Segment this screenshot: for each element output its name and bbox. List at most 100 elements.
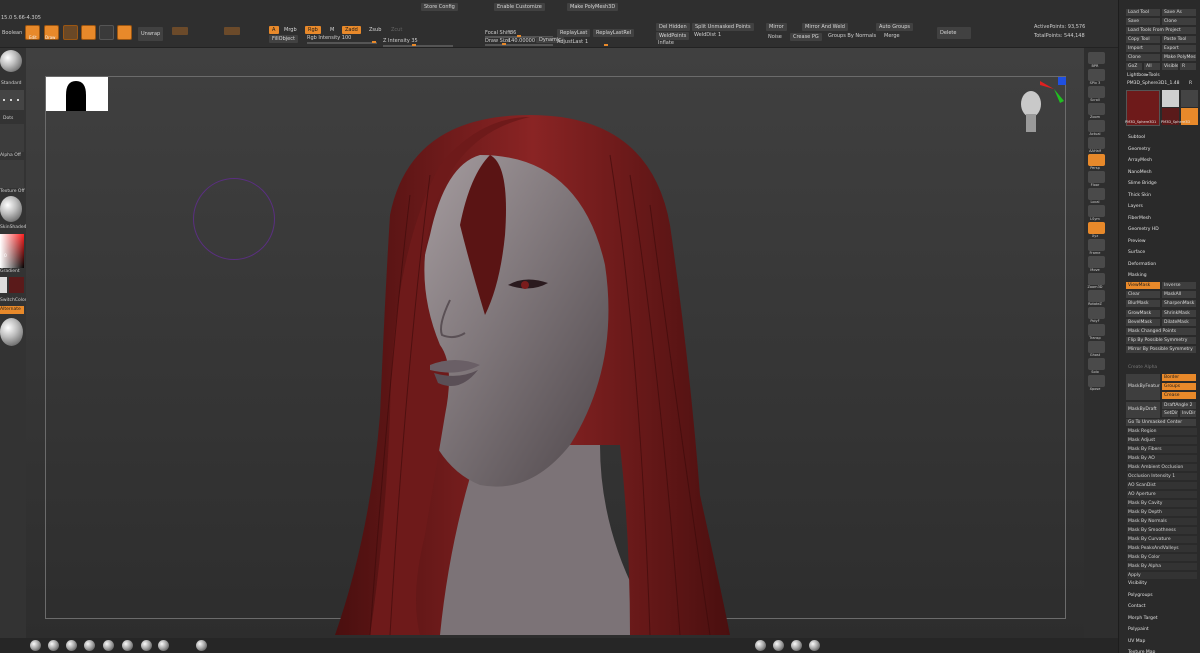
make-polymesh3d-button[interactable]: Make PolyMesh3D bbox=[567, 3, 619, 11]
shelf-transp-button[interactable] bbox=[1088, 324, 1105, 336]
a-button[interactable]: A bbox=[269, 26, 279, 34]
menu-uv-map[interactable]: UV Map bbox=[1128, 639, 1145, 644]
adjust-last-label[interactable]: AdjustLast bbox=[557, 39, 583, 45]
mask-list-mask-adjust[interactable]: Mask Adjust bbox=[1127, 437, 1197, 444]
zcut-button[interactable]: Zcut bbox=[388, 26, 405, 34]
menu-polypaint[interactable]: Polypaint bbox=[1128, 627, 1149, 632]
bottom-brush-ball-10[interactable] bbox=[773, 640, 784, 651]
weld-points-button[interactable]: WeldPoints bbox=[656, 32, 690, 40]
switch-color-button[interactable]: SwitchColor bbox=[0, 298, 27, 303]
tray-paste-tool-button[interactable]: Paste Tool bbox=[1162, 36, 1196, 43]
tray-copy-tool-button[interactable]: Copy Tool bbox=[1126, 36, 1160, 43]
mask-mirror-by-possible-symmetry-button[interactable]: Mirror By Possible Symmetry bbox=[1126, 346, 1196, 354]
mask-list-mask-region[interactable]: Mask Region bbox=[1127, 428, 1197, 435]
menu-geometry[interactable]: Geometry bbox=[1128, 147, 1150, 152]
z-intensity-track[interactable] bbox=[383, 45, 453, 47]
shelf-spix-3-button[interactable] bbox=[1088, 69, 1105, 81]
bottom-brush-ball-0[interactable] bbox=[30, 640, 41, 651]
merge-button[interactable]: Merge bbox=[884, 33, 900, 39]
shelf-bpr-button[interactable] bbox=[1088, 52, 1105, 64]
navigator-thumbnail[interactable] bbox=[46, 77, 108, 111]
shelf-floor-button[interactable] bbox=[1088, 171, 1105, 183]
mask-by-feature-button[interactable]: MaskByFeature bbox=[1126, 374, 1160, 400]
mask-list-apply[interactable]: Apply bbox=[1127, 572, 1197, 579]
mask-list-mask-by-color[interactable]: Mask By Color bbox=[1127, 554, 1197, 561]
tray-goz-button[interactable]: GoZ bbox=[1126, 63, 1142, 70]
go-to-unmasked-button[interactable]: Go To Unmasked Center bbox=[1126, 419, 1196, 426]
gizmo-tool-button[interactable] bbox=[117, 25, 132, 40]
shelf-actual-button[interactable] bbox=[1088, 120, 1105, 132]
replay-last-rel-button[interactable]: ReplayLastRel bbox=[593, 29, 635, 37]
mask-by-draft-button[interactable]: MaskByDraft bbox=[1126, 402, 1160, 418]
adjust-last-knob[interactable] bbox=[604, 44, 608, 46]
menu-masking[interactable]: Masking bbox=[1128, 273, 1147, 278]
shelf-xpose-button[interactable] bbox=[1088, 375, 1105, 387]
menu-thick-skin[interactable]: Thick Skin bbox=[1128, 193, 1151, 198]
tray-r-button[interactable]: R bbox=[1180, 63, 1196, 70]
rgb-intensity-slider[interactable]: Rgb Intensity 100 bbox=[307, 35, 351, 41]
mask-shrinkmask-button[interactable]: ShrinkMask bbox=[1162, 309, 1196, 317]
mask-list-occlusion-intensity-1[interactable]: Occlusion Intensity 1 bbox=[1127, 473, 1197, 480]
rgb-intensity-knob[interactable] bbox=[372, 41, 376, 43]
tray-load-tool-button[interactable]: Load Tool bbox=[1126, 9, 1160, 16]
shelf-frame-button[interactable] bbox=[1088, 239, 1105, 251]
feature-groups-option[interactable]: Groups bbox=[1162, 383, 1196, 390]
shelf-move-button[interactable] bbox=[1088, 256, 1105, 268]
mask-list-mask-by-curvature[interactable]: Mask By Curvature bbox=[1127, 536, 1197, 543]
bottom-brush-ball-3[interactable] bbox=[84, 640, 95, 651]
inv-dir-button[interactable]: InvDir bbox=[1180, 410, 1196, 417]
mask-mask-changed-points-button[interactable]: Mask Changed Points bbox=[1126, 328, 1196, 335]
tray-clone-button[interactable]: Clone bbox=[1126, 54, 1160, 61]
rgb-intensity-track[interactable] bbox=[307, 42, 377, 44]
mask-maskall-button[interactable]: MaskAll bbox=[1162, 291, 1196, 299]
groups-by-normals-button[interactable]: Groups By Normals bbox=[828, 33, 876, 39]
menu-subtool[interactable]: Subtool bbox=[1128, 135, 1145, 140]
tray-visible-button[interactable]: Visible bbox=[1162, 63, 1178, 70]
shelf-ghost-button[interactable] bbox=[1088, 341, 1105, 353]
menu-visibility[interactable]: Visibility bbox=[1128, 581, 1147, 586]
dots-stroke-icon[interactable] bbox=[0, 90, 24, 110]
shelf-polyf-button[interactable] bbox=[1088, 307, 1105, 319]
color-picker[interactable] bbox=[0, 234, 24, 268]
bottom-brush-ball-8[interactable] bbox=[196, 640, 207, 651]
store-config-button[interactable]: Store Config bbox=[421, 3, 458, 11]
mask-bevelmask-button[interactable]: BevelMask bbox=[1126, 318, 1160, 326]
bottom-brush-ball-6[interactable] bbox=[141, 640, 152, 651]
mirror-button[interactable]: Mirror bbox=[766, 23, 787, 31]
fillobject-button[interactable]: FillObject bbox=[269, 35, 298, 43]
menu-fibermesh[interactable]: FiberMesh bbox=[1128, 216, 1151, 221]
axis-gizmo-icon[interactable] bbox=[1040, 75, 1068, 103]
tool-thumb-polymesh[interactable] bbox=[1181, 90, 1198, 107]
menu-deformation[interactable]: Deformation bbox=[1128, 262, 1156, 267]
rotate-tool-button[interactable] bbox=[99, 25, 114, 40]
shelf-local-button[interactable] bbox=[1088, 188, 1105, 200]
mask-clear-button[interactable]: Clear bbox=[1126, 291, 1160, 299]
tool-r-button[interactable]: R bbox=[1189, 81, 1192, 86]
replay-last-button[interactable]: ReplayLast bbox=[557, 29, 591, 37]
tool-thumb-cylinder[interactable] bbox=[1162, 90, 1179, 107]
head-sculpt-model[interactable] bbox=[330, 115, 740, 635]
bottom-brush-ball-2[interactable] bbox=[66, 640, 77, 651]
bottom-brush-ball-7[interactable] bbox=[158, 640, 169, 651]
feature-border-option[interactable]: Border bbox=[1162, 374, 1196, 381]
bottom-sphere-icon[interactable] bbox=[0, 318, 23, 346]
mask-blurmask-button[interactable]: BlurMask bbox=[1126, 300, 1160, 308]
shelf-aahalf-button[interactable] bbox=[1088, 137, 1105, 149]
mask-list-mask-peaksandvalleys[interactable]: Mask PeaksAndValleys bbox=[1127, 545, 1197, 552]
mask-list-mask-by-alpha[interactable]: Mask By Alpha bbox=[1127, 563, 1197, 570]
tray-load-tools-from-project-button[interactable]: Load Tools From Project bbox=[1126, 27, 1196, 34]
mrgb-button[interactable]: Mrgb bbox=[281, 26, 300, 34]
mask-list-ao-scandist[interactable]: AO ScanDist bbox=[1127, 482, 1197, 489]
menu-surface[interactable]: Surface bbox=[1128, 250, 1145, 255]
bottom-brush-ball-12[interactable] bbox=[809, 640, 820, 651]
inflate-label[interactable]: Inflate bbox=[658, 40, 674, 46]
mask-dilatemask-button[interactable]: DilateMask bbox=[1162, 318, 1196, 326]
alpha-swatch[interactable] bbox=[0, 124, 24, 152]
bottom-brush-ball-11[interactable] bbox=[791, 640, 802, 651]
menu-slime-bridge[interactable]: Slime Bridge bbox=[1128, 181, 1157, 186]
shelf-solo-button[interactable] bbox=[1088, 358, 1105, 370]
menu-layers[interactable]: Layers bbox=[1128, 204, 1143, 209]
crease-pg-button[interactable]: Crease PG bbox=[790, 33, 822, 41]
mask-list-mask-by-depth[interactable]: Mask By Depth bbox=[1127, 509, 1197, 516]
focal-shift-knob[interactable] bbox=[517, 35, 521, 37]
